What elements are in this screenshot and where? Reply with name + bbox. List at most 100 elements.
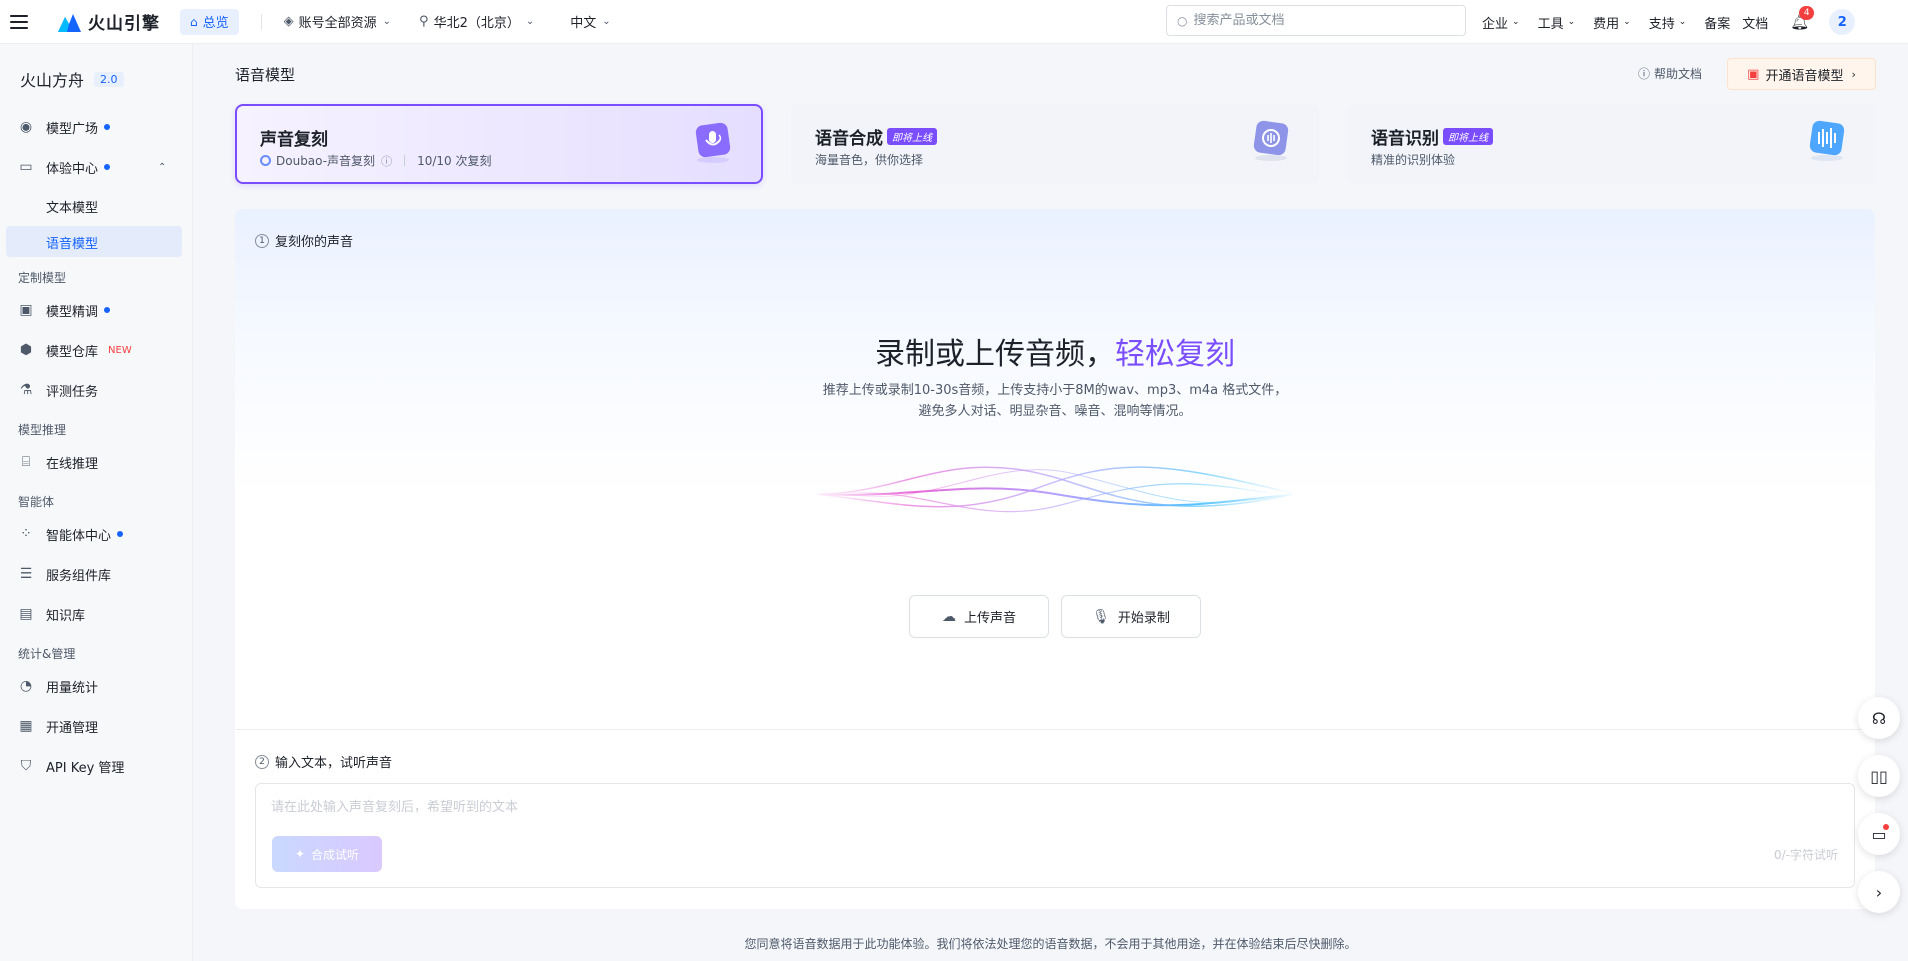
microphone-card-icon	[695, 122, 731, 163]
home-tab[interactable]: ⌂ 总览	[180, 8, 239, 35]
sidebar-item-eval-task[interactable]: ⚗ 评测任务	[18, 379, 98, 401]
menu-tools[interactable]: 工具 ⌄	[1538, 13, 1576, 32]
sidebar-title-name: 火山方舟	[20, 71, 85, 90]
info-icon[interactable]: ⓘ	[381, 153, 392, 169]
hero-desc-line1: 推荐上传或录制10-30s音频，上传支持小于8M的wav、mp3、m4a 格式文…	[822, 383, 1288, 398]
step-2: 2 输入文本，试听声音	[255, 752, 392, 771]
start-recording-label: 开始录制	[1117, 611, 1170, 626]
logo[interactable]: 火山引擎	[56, 9, 160, 34]
tune-icon: ▣	[19, 302, 33, 318]
bank-icon: ⌸	[21, 454, 31, 470]
avatar[interactable]: 2	[1829, 9, 1856, 35]
sidebar-item-model-square[interactable]: ◉ 模型广场	[18, 116, 111, 138]
sidebar-item-label: 智能体中心	[46, 528, 112, 544]
sidebar-item-label: 知识库	[46, 608, 86, 624]
sidebar-group-stats: 统计&管理	[18, 647, 76, 661]
headset-icon: ☊	[1871, 708, 1887, 728]
menu-docs[interactable]: 文档	[1742, 13, 1768, 32]
new-dot	[117, 531, 124, 537]
sparkle-icon: ✦	[294, 847, 306, 861]
coming-soon-badge: 即将上线	[887, 128, 937, 145]
help-docs-label: 帮助文档	[1654, 67, 1703, 81]
account-select[interactable]: ◈ 账号全部资源 ⌄	[284, 12, 391, 31]
chevron-down-icon: ⌄	[525, 16, 535, 27]
new-dot	[104, 124, 111, 130]
hero-description: 推荐上传或录制10-30s音频，上传支持小于8M的wav、mp3、m4a 格式文…	[235, 380, 1875, 422]
account-select-label: 账号全部资源	[298, 16, 377, 31]
sidebar-item-online-inference[interactable]: ⌸ 在线推理	[18, 451, 98, 473]
page-title: 语音模型	[235, 66, 296, 84]
card-speech-synthesis[interactable]: 语音合成 即将上线 海量音色，供你选择	[791, 104, 1319, 184]
docs-float-button[interactable]: ▯▯	[1858, 755, 1900, 797]
synthesize-button[interactable]: ✦ 合成试听	[272, 836, 382, 872]
volcano-logo-icon	[58, 13, 81, 32]
hero-desc-line2: 避免多人对话、明显杂音、噪音、混响等情况。	[918, 404, 1192, 419]
open-voice-model-button[interactable]: ▣ 开通语音模型 ›	[1727, 58, 1876, 90]
card-subtitle: 精准的识别体验	[1371, 153, 1456, 167]
search-input[interactable]	[1193, 13, 1444, 28]
privacy-note: 您同意将语音数据用于此功能体验。我们将依法处理您的语音数据，不会用于其他用途，并…	[744, 937, 1357, 951]
hero-title-main: 录制或上传音频，	[875, 337, 1115, 372]
sidebar-group-custom: 定制模型	[18, 271, 67, 285]
open-voice-model-label: 开通语音模型	[1765, 68, 1844, 84]
card-title-text: 语音合成	[815, 129, 883, 149]
start-recording-button[interactable]: 🎙︎ 开始录制	[1061, 595, 1201, 638]
sidebar-item-knowledge-base[interactable]: ▤ 知识库	[18, 603, 85, 625]
menu-beian[interactable]: 备案	[1704, 13, 1730, 32]
card-speech-recognition[interactable]: 语音识别 即将上线 精准的识别体验	[1347, 104, 1875, 184]
apps-icon: ⁘	[20, 526, 32, 542]
menu-enterprise[interactable]: 企业 ⌄	[1482, 13, 1520, 32]
sidebar-item-label: 模型精调	[46, 304, 99, 320]
book-icon: ▯▯	[1870, 766, 1888, 786]
expand-button[interactable]: ›	[1858, 871, 1900, 913]
sidebar-item-experience-center[interactable]: ▭ 体验中心 ⌃	[18, 156, 166, 178]
notification-button[interactable]: 🔔︎ 4	[1790, 6, 1815, 31]
sidebar-item-usage-stats[interactable]: ◔ 用量统计	[18, 675, 98, 697]
divider	[404, 155, 406, 166]
sidebar-item-service-components[interactable]: ☰ 服务组件库	[18, 563, 111, 585]
upload-voice-button[interactable]: ☁ 上传声音	[909, 595, 1049, 638]
menu-billing[interactable]: 费用 ⌄	[1593, 13, 1631, 32]
layers-icon: ◈	[283, 14, 294, 29]
chevron-up-icon[interactable]: ⌃	[158, 162, 166, 173]
card-title: 语音合成 即将上线	[815, 124, 937, 149]
sidebar-item-activation[interactable]: ▦ 开通管理	[18, 715, 98, 737]
sidebar: 火山方舟 2.0 ◉ 模型广场 ▭ 体验中心 ⌃ 文本模型 语音模型 定制模型 …	[0, 44, 193, 961]
region-select[interactable]: ⚲ 华北2（北京） ⌄	[419, 12, 534, 31]
gauge-icon: ◔	[19, 678, 33, 694]
card-subtitle: Doubao-声音复刻 ⓘ 10/10 次复刻	[260, 152, 491, 169]
sidebar-item-voice-model-label[interactable]: 语音模型	[46, 233, 98, 252]
sidebar-item-text-model[interactable]: 文本模型	[46, 197, 98, 216]
sidebar-item-api-key[interactable]: ⛉ API Key 管理	[18, 755, 125, 777]
card-voice-clone[interactable]: 声音复刻 Doubao-声音复刻 ⓘ 10/10 次复刻	[235, 104, 763, 184]
location-icon: ⚲	[419, 14, 429, 29]
version-badge: 2.0	[94, 71, 124, 87]
sidebar-item-model-repo[interactable]: ⬢ 模型仓库 NEW	[18, 339, 132, 361]
clipboard-icon: ▦	[19, 718, 33, 734]
step-label: 复刻你的声音	[275, 235, 354, 250]
sidebar-item-agent-center[interactable]: ⁘ 智能体中心	[18, 523, 124, 545]
sidebar-item-fine-tune[interactable]: ▣ 模型精调	[18, 299, 111, 321]
sidebar-item-label: 体验中心	[46, 161, 99, 177]
help-docs-link[interactable]: ⓘ 帮助文档	[1638, 65, 1702, 82]
search-box[interactable]: ○	[1166, 5, 1466, 36]
search-icon: ○	[1177, 13, 1188, 28]
feedback-button[interactable]: ▭	[1858, 813, 1900, 855]
menu-icon[interactable]	[10, 14, 28, 29]
menu-support[interactable]: 支持 ⌄	[1649, 13, 1687, 32]
text-input-box: ✦ 合成试听 0/-字符试听	[255, 783, 1855, 888]
chevron-down-icon: ⌄	[1623, 17, 1631, 27]
customer-service-button[interactable]: ☊	[1858, 697, 1900, 739]
chevron-down-icon: ⌄	[1567, 17, 1576, 27]
sidebar-item-label: 评测任务	[46, 384, 99, 400]
sidebar-group-agent: 智能体	[18, 495, 55, 509]
sidebar-item-label: 在线推理	[46, 456, 99, 472]
menu-tools-label: 工具	[1537, 16, 1564, 32]
language-select[interactable]: 中文 ⌄	[570, 12, 610, 31]
menu-enterprise-label: 企业	[1482, 16, 1509, 32]
card-title-text: 语音识别	[1371, 129, 1439, 149]
divider	[235, 729, 1875, 730]
card-model-name: Doubao-声音复刻	[276, 154, 376, 168]
tts-text-input[interactable]	[271, 796, 1831, 826]
sidebar-item-label: 开通管理	[46, 720, 99, 736]
